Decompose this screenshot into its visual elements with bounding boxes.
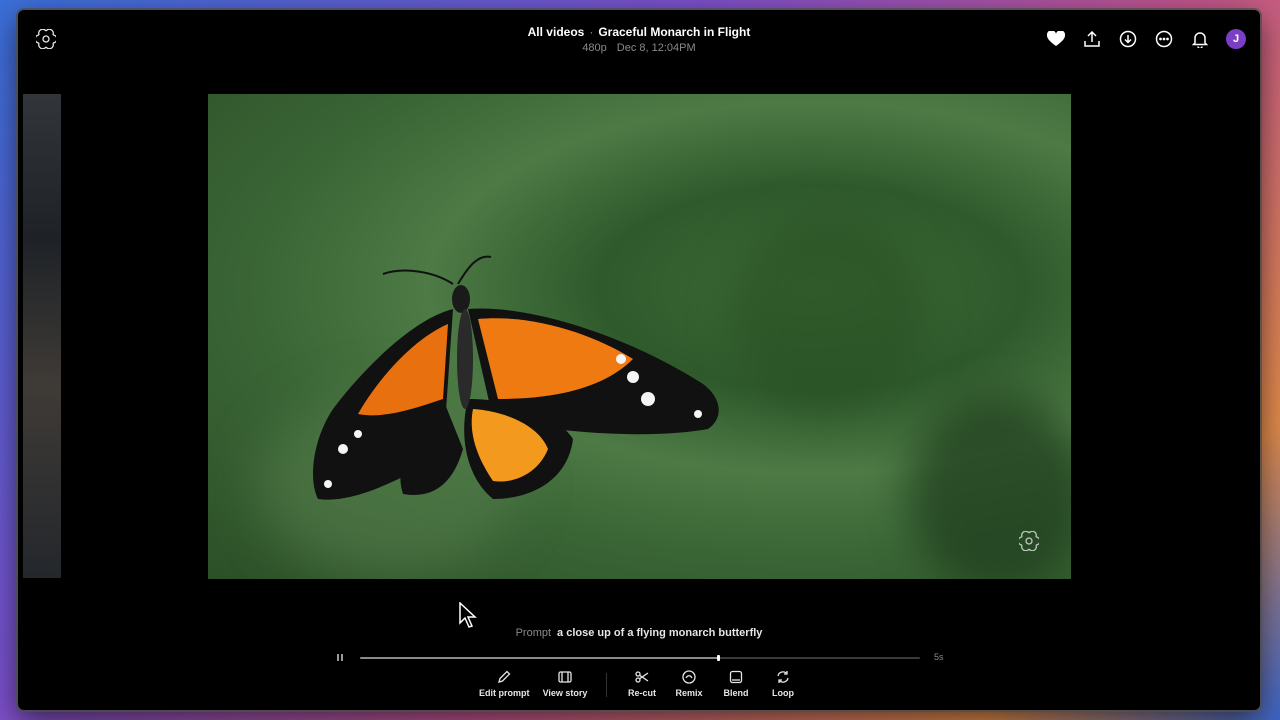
watermark-logo-icon xyxy=(1017,530,1041,552)
previous-video-thumbnail[interactable] xyxy=(23,94,61,578)
top-bar: All videos · Graceful Monarch in Flight 48… xyxy=(18,10,1260,70)
video-title: Graceful Monarch in Flight xyxy=(598,25,751,39)
edit-prompt-button[interactable]: Edit prompt xyxy=(479,667,530,699)
toolbar-divider xyxy=(606,673,607,697)
remix-icon xyxy=(682,670,696,684)
share-icon[interactable] xyxy=(1082,29,1102,49)
blend-button[interactable]: Blend xyxy=(718,667,754,699)
remix-label: Remix xyxy=(675,688,703,698)
pause-button[interactable] xyxy=(336,653,346,663)
scrubber-handle[interactable] xyxy=(717,655,721,661)
breadcrumb-separator: · xyxy=(589,25,594,39)
prompt-label: Prompt xyxy=(515,627,552,639)
remix-button[interactable]: Remix xyxy=(671,667,707,699)
video-timestamp: Dec 8, 12:04PM xyxy=(616,42,696,54)
loop-label: Loop xyxy=(772,688,794,698)
app-window: All videos · Graceful Monarch in Flight 48… xyxy=(18,10,1260,710)
loop-button[interactable]: Loop xyxy=(765,667,801,699)
blend-label: Blend xyxy=(723,688,749,698)
monarch-butterfly-image xyxy=(313,255,719,500)
recut-button[interactable]: Re-cut xyxy=(624,667,660,699)
playback-progress xyxy=(360,657,719,659)
video-resolution: 480p xyxy=(582,42,607,54)
edit-toolbar: Edit prompt View story Re-cut Remix Blen… xyxy=(18,667,1260,707)
pause-icon xyxy=(337,654,339,661)
scissors-icon xyxy=(635,671,649,683)
view-story-label: View story xyxy=(542,688,588,698)
storyboard-icon xyxy=(558,671,572,683)
favorite-heart-icon[interactable] xyxy=(1046,29,1066,49)
edit-prompt-label: Edit prompt xyxy=(479,688,530,698)
view-story-button[interactable]: View story xyxy=(541,667,589,699)
video-player[interactable] xyxy=(208,94,1071,579)
prompt-text[interactable]: a close up of a flying monarch butterfly xyxy=(557,627,762,639)
prompt-display: Prompt a close up of a flying monarch but… xyxy=(18,627,1260,639)
user-avatar[interactable]: J xyxy=(1226,29,1246,49)
pause-icon xyxy=(341,654,343,661)
blend-icon xyxy=(729,670,743,684)
breadcrumb-all-videos[interactable]: All videos xyxy=(528,25,585,39)
notifications-bell-icon[interactable] xyxy=(1190,29,1210,49)
header-actions: J xyxy=(1046,29,1246,49)
download-icon[interactable] xyxy=(1118,29,1138,49)
more-options-icon[interactable] xyxy=(1154,29,1174,49)
video-duration: 5s xyxy=(934,652,944,662)
background-blur xyxy=(728,214,928,414)
playback-scrubber[interactable] xyxy=(360,655,920,661)
pencil-icon xyxy=(498,670,511,683)
recut-label: Re-cut xyxy=(627,688,656,698)
background-blur xyxy=(908,394,1071,579)
loop-icon xyxy=(777,671,789,683)
